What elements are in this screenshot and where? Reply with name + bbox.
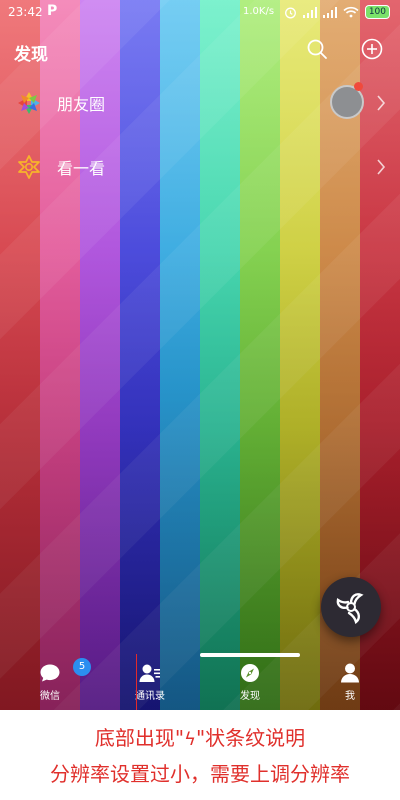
menu-item-moments[interactable]: 朋友圈 xyxy=(0,78,400,128)
tab-discover[interactable]: 发现 xyxy=(200,657,300,710)
signal-icon xyxy=(302,6,317,18)
annotation-text: 底部出现" xyxy=(94,726,185,750)
menu-item-label: 看一看 xyxy=(57,159,106,178)
status-icons: 100 xyxy=(284,5,390,19)
chat-icon xyxy=(40,664,60,682)
tab-contacts[interactable]: 通讯录 xyxy=(100,657,200,710)
annotation-text: "状条纹说明 xyxy=(195,726,306,750)
notification-dot xyxy=(354,82,363,91)
tab-me[interactable]: 我 xyxy=(300,657,400,710)
wifi-icon xyxy=(343,6,359,18)
annotation-line-1: 底部出现"ϟ"状条纹说明 xyxy=(0,722,400,751)
chevron-right-icon xyxy=(377,95,386,111)
page-title: 发现 xyxy=(14,45,48,65)
battery-icon: 100 xyxy=(364,5,390,19)
compass-icon xyxy=(241,664,259,682)
tab-label: 我 xyxy=(345,691,355,702)
annotation-line-2: 分辨率设置过小，需要上调分辨率 xyxy=(50,762,350,786)
alarm-icon xyxy=(284,7,296,18)
plus-circle-icon[interactable] xyxy=(361,38,383,60)
tab-label: 发现 xyxy=(240,691,260,702)
header: 发现 xyxy=(0,34,400,68)
annotation-pointer-line xyxy=(136,654,137,710)
app-notification-icon: P xyxy=(47,3,58,19)
person-icon xyxy=(341,663,359,683)
tab-chats[interactable]: 微信 5 xyxy=(0,657,100,710)
status-bar: 23:42 P 1.0K/s 100 xyxy=(0,0,400,26)
unread-badge: 5 xyxy=(73,658,91,676)
phone-screen: 23:42 P 1.0K/s 100 发现 朋友圈 看一看 微信 5 通讯录 发… xyxy=(0,0,400,710)
tab-label: 通讯录 xyxy=(135,691,165,702)
chevron-right-icon xyxy=(377,159,386,175)
moments-icon xyxy=(18,92,40,114)
status-time: 23:42 xyxy=(8,5,43,19)
pinwheel-icon xyxy=(336,593,364,625)
bottom-tab-bar: 微信 5 通讯录 发现 我 xyxy=(0,657,400,710)
top-stories-icon xyxy=(18,155,40,179)
tab-label: 微信 xyxy=(40,691,60,702)
contacts-icon xyxy=(139,664,160,682)
search-icon[interactable] xyxy=(306,38,328,60)
floating-action-button[interactable] xyxy=(321,577,381,637)
menu-item-top-stories[interactable]: 看一看 xyxy=(0,142,400,192)
signal-icon xyxy=(322,6,337,18)
network-speed: 1.0K/s xyxy=(243,6,275,17)
menu-item-label: 朋友圈 xyxy=(57,95,106,114)
lightning-icon: ϟ xyxy=(184,729,196,750)
